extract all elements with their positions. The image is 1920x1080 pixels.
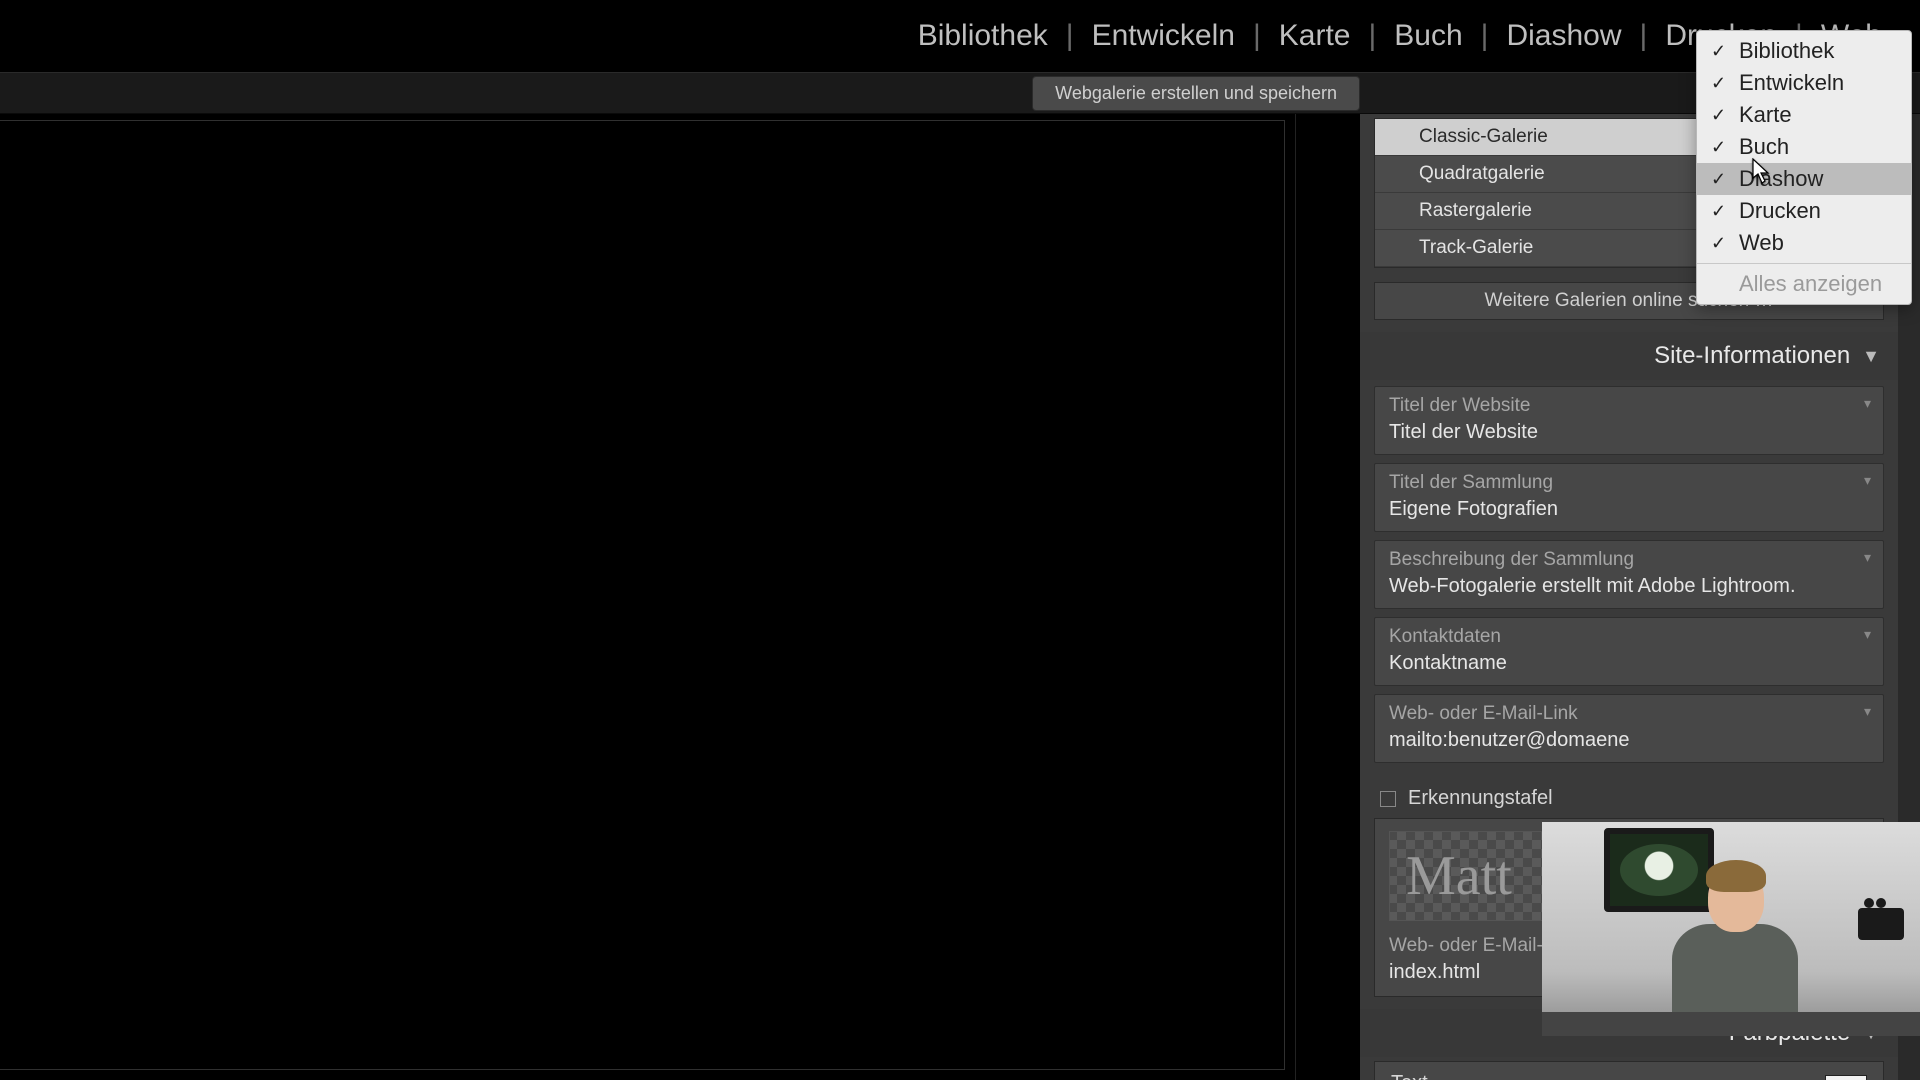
menu-item-karte[interactable]: ✓ Karte bbox=[1697, 99, 1911, 131]
field-label: Kontaktdaten bbox=[1389, 626, 1869, 648]
color-label: Text bbox=[1391, 1072, 1428, 1080]
color-row-text: Text bbox=[1374, 1061, 1884, 1080]
field-value[interactable]: Titel der Website bbox=[1389, 421, 1869, 444]
webcam-desk bbox=[1542, 1012, 1920, 1036]
menu-item-bibliothek[interactable]: ✓ Bibliothek bbox=[1697, 35, 1911, 67]
dropdown-icon[interactable]: ▾ bbox=[1864, 395, 1871, 412]
check-icon: ✓ bbox=[1711, 233, 1729, 254]
check-icon: ✓ bbox=[1711, 73, 1729, 94]
menu-item-label: Karte bbox=[1739, 102, 1792, 128]
field-label: Titel der Sammlung bbox=[1389, 472, 1869, 494]
nav-separator: | bbox=[1481, 19, 1489, 53]
nav-entwickeln[interactable]: Entwickeln bbox=[1074, 19, 1253, 53]
nav-karte[interactable]: Karte bbox=[1261, 19, 1369, 53]
module-nav: Bibliothek| Entwickeln| Karte| Buch| Dia… bbox=[0, 0, 1920, 72]
dropdown-icon[interactable]: ▾ bbox=[1864, 703, 1871, 720]
check-icon: ✓ bbox=[1711, 105, 1729, 126]
menu-item-label: Web bbox=[1739, 230, 1784, 256]
dropdown-icon[interactable]: ▾ bbox=[1864, 626, 1871, 643]
nav-bibliothek[interactable]: Bibliothek bbox=[900, 19, 1066, 53]
check-icon: ✓ bbox=[1711, 41, 1729, 62]
field-value[interactable]: Kontaktname bbox=[1389, 652, 1869, 675]
menu-item-buch[interactable]: ✓ Buch bbox=[1697, 131, 1911, 163]
nav-diashow[interactable]: Diashow bbox=[1488, 19, 1639, 53]
identity-plate-row: Erkennungstafel bbox=[1380, 787, 1884, 810]
nav-separator: | bbox=[1368, 19, 1376, 53]
menu-item-label: Buch bbox=[1739, 134, 1789, 160]
menu-item-label: Diashow bbox=[1739, 166, 1823, 192]
menu-item-label: Entwickeln bbox=[1739, 70, 1844, 96]
field-label: Web- oder E-Mail-Link bbox=[1389, 703, 1869, 725]
field-label: Beschreibung der Sammlung bbox=[1389, 549, 1869, 571]
preview-area bbox=[0, 114, 1296, 1080]
site-info-fields: Titel der Website Titel der Website ▾ Ti… bbox=[1374, 380, 1884, 777]
menu-item-label: Drucken bbox=[1739, 198, 1821, 224]
webcam-camera-icon bbox=[1858, 908, 1904, 940]
field-collection-title[interactable]: Titel der Sammlung Eigene Fotografien ▾ bbox=[1374, 463, 1884, 532]
nav-separator: | bbox=[1640, 19, 1648, 53]
check-icon: ✓ bbox=[1711, 137, 1729, 158]
menu-item-show-all[interactable]: Alles anzeigen bbox=[1697, 268, 1911, 300]
section-title: Site-Informationen bbox=[1654, 342, 1850, 370]
field-web-email-link[interactable]: Web- oder E-Mail-Link mailto:benutzer@do… bbox=[1374, 694, 1884, 763]
identity-plate-text: Matt bbox=[1406, 844, 1512, 908]
field-label: Titel der Website bbox=[1389, 395, 1869, 417]
nav-buch[interactable]: Buch bbox=[1376, 19, 1480, 53]
field-value[interactable]: Eigene Fotografien bbox=[1389, 498, 1869, 521]
dropdown-icon[interactable]: ▾ bbox=[1864, 549, 1871, 566]
menu-item-label: Bibliothek bbox=[1739, 38, 1834, 64]
field-website-title[interactable]: Titel der Website Titel der Website ▾ bbox=[1374, 386, 1884, 455]
check-icon: ✓ bbox=[1711, 201, 1729, 222]
nav-separator: | bbox=[1066, 19, 1074, 53]
menu-item-web[interactable]: ✓ Web bbox=[1697, 227, 1911, 259]
chevron-down-icon: ▼ bbox=[1862, 346, 1880, 367]
field-collection-description[interactable]: Beschreibung der Sammlung Web-Fotogaleri… bbox=[1374, 540, 1884, 609]
check-icon: ✓ bbox=[1711, 169, 1729, 190]
identity-plate-checkbox[interactable] bbox=[1380, 791, 1396, 807]
field-value[interactable]: mailto:benutzer@domaene bbox=[1389, 729, 1869, 752]
section-header-site-info[interactable]: Site-Informationen ▼ bbox=[1360, 332, 1898, 380]
identity-plate-label: Erkennungstafel bbox=[1408, 787, 1553, 810]
webcam-overlay bbox=[1542, 822, 1920, 1036]
nav-separator: | bbox=[1253, 19, 1261, 53]
field-value[interactable]: Web-Fotogalerie erstellt mit Adobe Light… bbox=[1389, 575, 1869, 598]
dropdown-icon[interactable]: ▾ bbox=[1864, 472, 1871, 489]
menu-item-diashow[interactable]: ✓ Diashow bbox=[1697, 163, 1911, 195]
preview-canvas[interactable] bbox=[0, 120, 1285, 1070]
color-swatch-text[interactable] bbox=[1825, 1075, 1867, 1080]
menu-separator bbox=[1697, 263, 1911, 264]
menu-item-label: Alles anzeigen bbox=[1739, 271, 1882, 297]
action-bar: Webgalerie erstellen und speichern bbox=[0, 72, 1920, 114]
menu-item-entwickeln[interactable]: ✓ Entwickeln bbox=[1697, 67, 1911, 99]
module-visibility-menu: ✓ Bibliothek ✓ Entwickeln ✓ Karte ✓ Buch… bbox=[1696, 30, 1912, 305]
create-save-gallery-button[interactable]: Webgalerie erstellen und speichern bbox=[1032, 76, 1360, 111]
webcam-person bbox=[1664, 858, 1802, 1036]
menu-item-drucken[interactable]: ✓ Drucken bbox=[1697, 195, 1911, 227]
identity-plate-preview[interactable]: Matt bbox=[1389, 831, 1549, 921]
field-contact-info[interactable]: Kontaktdaten Kontaktname ▾ bbox=[1374, 617, 1884, 686]
